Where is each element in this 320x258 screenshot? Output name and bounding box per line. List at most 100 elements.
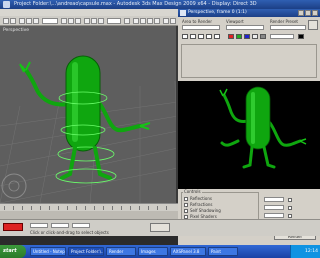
render-options: Controls Reflections Refractions Self Sh…	[178, 189, 320, 245]
y-coord-field[interactable]	[51, 223, 69, 228]
task-axspanel[interactable]: AXSPanel 3.8	[170, 247, 206, 256]
refractions-label: Refractions	[190, 202, 213, 207]
window-title: Project Folder:\...\andreao\capsule.max …	[14, 1, 257, 7]
move-icon[interactable]	[84, 18, 90, 24]
render-window-title: Perspective, frame 0 (1:1)	[188, 10, 247, 15]
close-button[interactable]	[312, 10, 318, 16]
task-label: Render	[109, 249, 124, 254]
render-setup-icon[interactable]	[170, 18, 176, 24]
start-label: start	[3, 248, 17, 254]
z-coord-field[interactable]	[72, 223, 90, 228]
viewcube-compass-icon[interactable]	[1, 173, 27, 199]
unlink-icon[interactable]	[26, 18, 32, 24]
align-icon[interactable]	[154, 18, 160, 24]
print-image-icon[interactable]	[206, 34, 212, 39]
maxscript-listener-box[interactable]	[3, 223, 23, 231]
3ds-max-window: Project Folder:\...\andreao\capsule.max …	[0, 0, 320, 258]
background-color-swatch[interactable]	[298, 34, 304, 39]
link-icon[interactable]	[19, 18, 25, 24]
green-channel-icon[interactable]	[236, 34, 242, 39]
bind-icon[interactable]	[33, 18, 39, 24]
status-bar: Click or click-and-drag to select object…	[0, 219, 320, 236]
refractions-checkbox[interactable]	[184, 203, 188, 207]
self-shadowing-label: Self Shadowing	[190, 208, 221, 213]
x-coord-field[interactable]	[30, 223, 48, 228]
save-image-icon[interactable]	[182, 34, 188, 39]
reflections-checkbox[interactable]	[184, 197, 188, 201]
viewport-dropdown[interactable]	[226, 25, 264, 30]
scale-icon[interactable]	[98, 18, 104, 24]
option-checkbox-2[interactable]	[288, 206, 292, 210]
self-shadowing-checkbox[interactable]	[184, 209, 188, 213]
area-to-render-label: Area to Render	[182, 19, 213, 24]
status-prompt: Click or click-and-drag to select object…	[30, 230, 109, 235]
region-select-icon[interactable]	[75, 18, 81, 24]
angle-snap-icon[interactable]	[140, 18, 146, 24]
area-to-render-dropdown[interactable]	[182, 25, 220, 30]
perspective-viewport[interactable]: Perspective	[0, 26, 178, 203]
reflections-label: Reflections	[190, 196, 212, 201]
coordinate-fields	[30, 223, 90, 228]
clone-window-icon[interactable]	[198, 34, 204, 39]
task-label: Project Folder:\...	[71, 249, 104, 254]
windows-taskbar: start Untitled - Notepad Project Folder:…	[0, 245, 320, 258]
option-field-2[interactable]	[264, 205, 284, 210]
task-paint[interactable]: Paint	[208, 247, 238, 256]
option-checkbox-1[interactable]	[288, 198, 292, 202]
reference-coord-dropdown[interactable]	[107, 18, 121, 24]
rendered-image	[178, 81, 320, 189]
task-render[interactable]: Render	[106, 247, 136, 256]
task-label: Paint	[211, 249, 221, 254]
select-object-icon[interactable]	[61, 18, 67, 24]
time-slider[interactable]	[0, 203, 178, 211]
system-tray: 12:14	[290, 245, 320, 258]
copy-image-icon[interactable]	[190, 34, 196, 39]
controls-group-label: Controls	[183, 189, 202, 194]
minimize-button[interactable]	[298, 10, 304, 16]
viewport-scene	[0, 55, 176, 203]
material-editor-icon[interactable]	[163, 18, 169, 24]
render-top-button[interactable]	[308, 20, 318, 30]
render-settings-group	[181, 44, 317, 78]
option-field-3[interactable]	[264, 213, 284, 218]
snap-icon[interactable]	[133, 18, 139, 24]
selection-filter-dropdown[interactable]	[42, 18, 58, 24]
title-bar: Project Folder:\...\andreao\capsule.max …	[0, 0, 320, 9]
option-field-1[interactable]	[264, 197, 284, 202]
app-logo-icon	[3, 1, 10, 8]
rotate-icon[interactable]	[91, 18, 97, 24]
viewport-label[interactable]: Perspective	[3, 28, 29, 33]
blue-channel-icon[interactable]	[244, 34, 250, 39]
render-parameters: Area to Render Viewport Render Preset	[178, 17, 320, 81]
track-bar[interactable]	[0, 211, 178, 219]
render-frame-window: Perspective, frame 0 (1:1) Area to Rende…	[178, 9, 320, 245]
rendered-capsule	[245, 86, 271, 150]
task-label: Untitled - Notepad	[33, 249, 65, 254]
auto-key-button[interactable]	[150, 223, 170, 232]
alpha-channel-icon[interactable]	[252, 34, 258, 39]
channel-display-dropdown[interactable]	[270, 34, 294, 39]
task-label: AXSPanel 3.8	[173, 249, 200, 254]
render-window-icon	[180, 10, 186, 16]
option-checkbox-3[interactable]	[288, 214, 292, 218]
task-3dsmax[interactable]: Project Folder:\...	[68, 247, 104, 256]
undo-icon[interactable]	[3, 18, 9, 24]
maximize-button[interactable]	[305, 10, 311, 16]
task-label: Images	[141, 249, 156, 254]
task-notepad[interactable]: Untitled - Notepad	[30, 247, 66, 256]
render-preset-dropdown[interactable]	[270, 25, 306, 30]
render-preset-label: Render Preset	[270, 19, 298, 24]
monochrome-icon[interactable]	[260, 34, 266, 39]
task-images[interactable]: Images	[138, 247, 168, 256]
timeline-ticks	[4, 206, 174, 210]
clock[interactable]: 12:14	[291, 245, 320, 258]
start-button[interactable]: start	[0, 245, 26, 258]
red-channel-icon[interactable]	[228, 34, 234, 39]
redo-icon[interactable]	[10, 18, 16, 24]
clear-icon[interactable]	[214, 34, 220, 39]
left-arm[interactable]	[24, 68, 72, 107]
pivot-icon[interactable]	[124, 18, 130, 24]
render-scene	[219, 86, 307, 169]
mirror-icon[interactable]	[147, 18, 153, 24]
select-by-name-icon[interactable]	[68, 18, 74, 24]
